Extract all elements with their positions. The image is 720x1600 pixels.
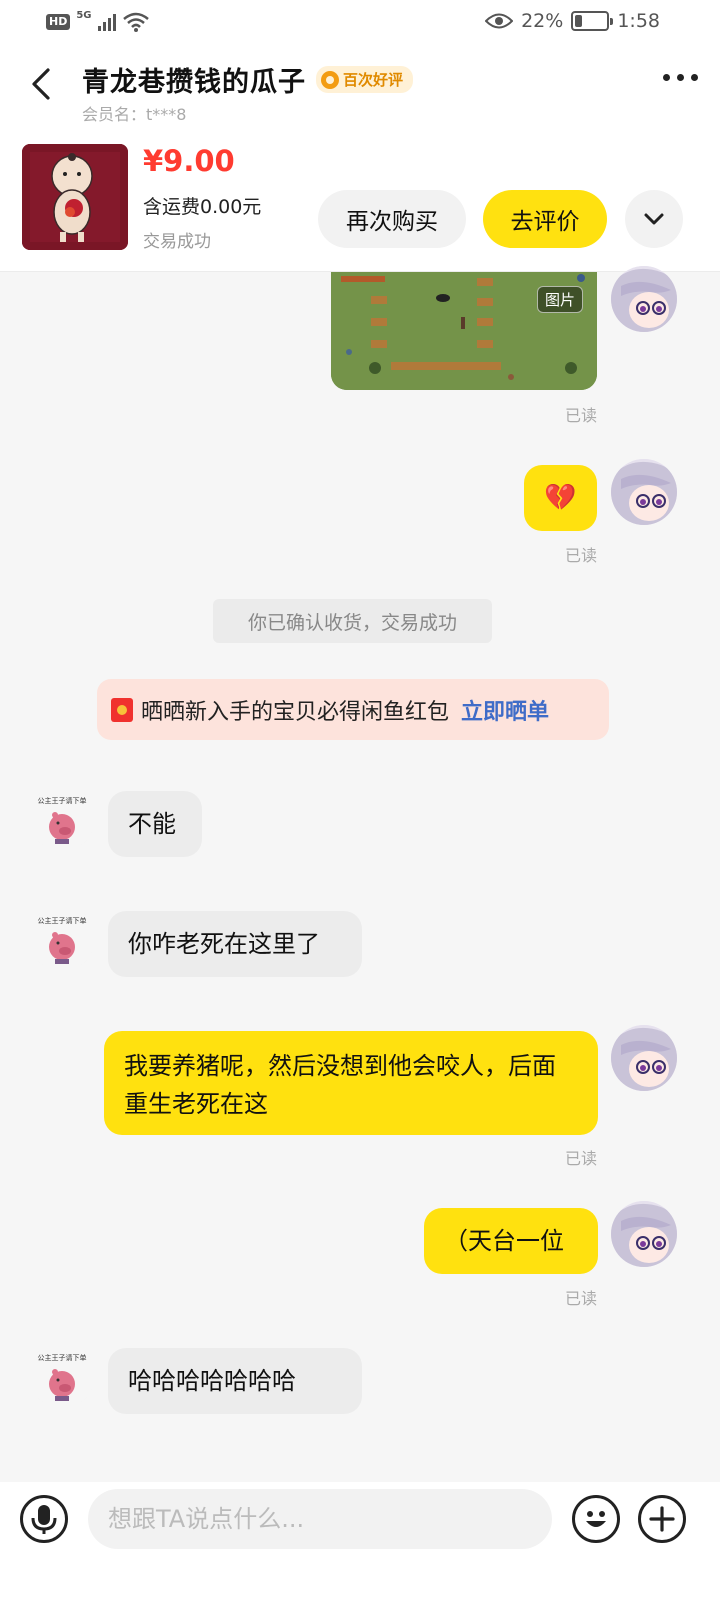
chat-area[interactable]: 图片 已读 💔 已读 你已确认收货，交易成功 晒晒新入手的宝贝必得闲鱼红包 立即… — [0, 266, 720, 1482]
avatar-caption: 公主王子请下单 — [38, 1353, 87, 1362]
message-input[interactable] — [88, 1489, 552, 1549]
expand-button[interactable] — [625, 190, 683, 248]
message-bubble-received[interactable]: 你咋老死在这里了 — [108, 911, 362, 977]
message-bubble-sent[interactable]: 我要养猪呢，然后没想到他会咬人，后面重生老死在这 — [104, 1031, 598, 1135]
more-options-button[interactable] — [663, 74, 698, 81]
message-bubble-received[interactable]: 不能 — [108, 791, 202, 857]
anime-avatar-image — [611, 459, 677, 525]
system-notice: 你已确认收货，交易成功 — [213, 599, 492, 643]
shipping-fee: 含运费0.00元 — [143, 196, 262, 218]
title-block: 青龙巷攒钱的瓜子 百次好评 会员名：t***8 — [82, 60, 414, 125]
trade-status: 交易成功 — [143, 232, 211, 252]
seller-name[interactable]: 青龙巷攒钱的瓜子 — [82, 60, 306, 99]
product-image — [22, 144, 128, 250]
battery-percent: 22% — [521, 10, 564, 32]
status-bar: HD 5G 22% 1:58 — [0, 0, 720, 48]
microphone-icon — [31, 1505, 57, 1534]
network-type: 5G — [76, 10, 92, 21]
anime-avatar-image — [611, 1201, 677, 1267]
eye-icon — [485, 13, 514, 29]
avatar-caption: 公主王子请下单 — [38, 796, 87, 805]
product-price: ¥9.00 — [143, 144, 235, 178]
hd-badge: HD — [46, 14, 71, 30]
rating-badge[interactable]: 百次好评 — [316, 66, 414, 93]
input-bar — [0, 1482, 720, 1600]
product-thumbnail[interactable] — [22, 144, 128, 250]
seller-avatar[interactable]: 公主王子请下单 — [29, 905, 95, 971]
wifi-icon — [122, 12, 149, 32]
avatar-caption: 公主王子请下单 — [38, 916, 87, 925]
seller-avatar[interactable]: 公主王子请下单 — [29, 785, 95, 851]
my-avatar[interactable] — [611, 266, 677, 332]
status-right: 22% 1:58 — [485, 10, 660, 32]
battery-fill — [575, 15, 583, 27]
emoji-message[interactable]: 💔 — [524, 465, 597, 531]
plus-icon — [649, 1506, 675, 1532]
pig-avatar-image: 公主王子请下单 — [29, 905, 95, 971]
anime-avatar-image — [611, 1025, 677, 1091]
medal-icon — [321, 70, 339, 89]
read-status: 已读 — [565, 1149, 598, 1168]
title-row: 青龙巷攒钱的瓜子 百次好评 — [82, 60, 414, 99]
my-avatar[interactable] — [611, 1025, 677, 1091]
promo-link[interactable]: 立即晒单 — [461, 694, 549, 726]
more-actions-button[interactable] — [638, 1495, 686, 1543]
emoji-button[interactable] — [572, 1495, 620, 1543]
chevron-left-icon — [32, 68, 50, 100]
read-status: 已读 — [565, 406, 598, 425]
status-left: HD 5G — [46, 10, 150, 32]
review-button[interactable]: 去评价 — [483, 190, 607, 248]
read-status: 已读 — [565, 1289, 598, 1308]
more-dot-icon — [691, 74, 698, 81]
rebuy-button[interactable]: 再次购买 — [318, 190, 466, 248]
seller-avatar[interactable]: 公主王子请下单 — [29, 1342, 95, 1408]
more-dot-icon — [677, 74, 684, 81]
rating-badge-label: 百次好评 — [343, 71, 404, 89]
anime-avatar-image — [611, 266, 677, 332]
pig-avatar-image: 公主王子请下单 — [29, 1342, 95, 1408]
my-avatar[interactable] — [611, 1201, 677, 1267]
image-tag: 图片 — [536, 286, 583, 313]
read-status: 已读 — [565, 546, 598, 565]
promo-text: 晒晒新入手的宝贝必得闲鱼红包 — [141, 699, 450, 725]
smiley-icon — [586, 1511, 606, 1527]
more-dot-icon — [663, 74, 670, 81]
clock: 1:58 — [617, 10, 660, 32]
promo-banner[interactable]: 晒晒新入手的宝贝必得闲鱼红包 立即晒单 — [97, 679, 609, 740]
image-message[interactable]: 图片 — [331, 272, 597, 390]
chevron-down-icon — [644, 213, 664, 225]
message-bubble-sent[interactable]: （天台一位 — [424, 1208, 598, 1274]
product-card[interactable]: ¥9.00 含运费0.00元 交易成功 再次购买 去评价 — [0, 122, 720, 272]
message-bubble-received[interactable]: 哈哈哈哈哈哈哈 — [108, 1348, 362, 1414]
pig-avatar-image: 公主王子请下单 — [29, 785, 95, 851]
chat-header: 青龙巷攒钱的瓜子 百次好评 会员名：t***8 — [0, 48, 720, 125]
red-envelope-icon — [111, 697, 133, 722]
battery-icon — [571, 11, 614, 31]
my-avatar[interactable] — [611, 459, 677, 525]
signal-icon — [97, 13, 116, 31]
voice-button[interactable] — [20, 1495, 68, 1543]
back-button[interactable] — [26, 64, 60, 104]
